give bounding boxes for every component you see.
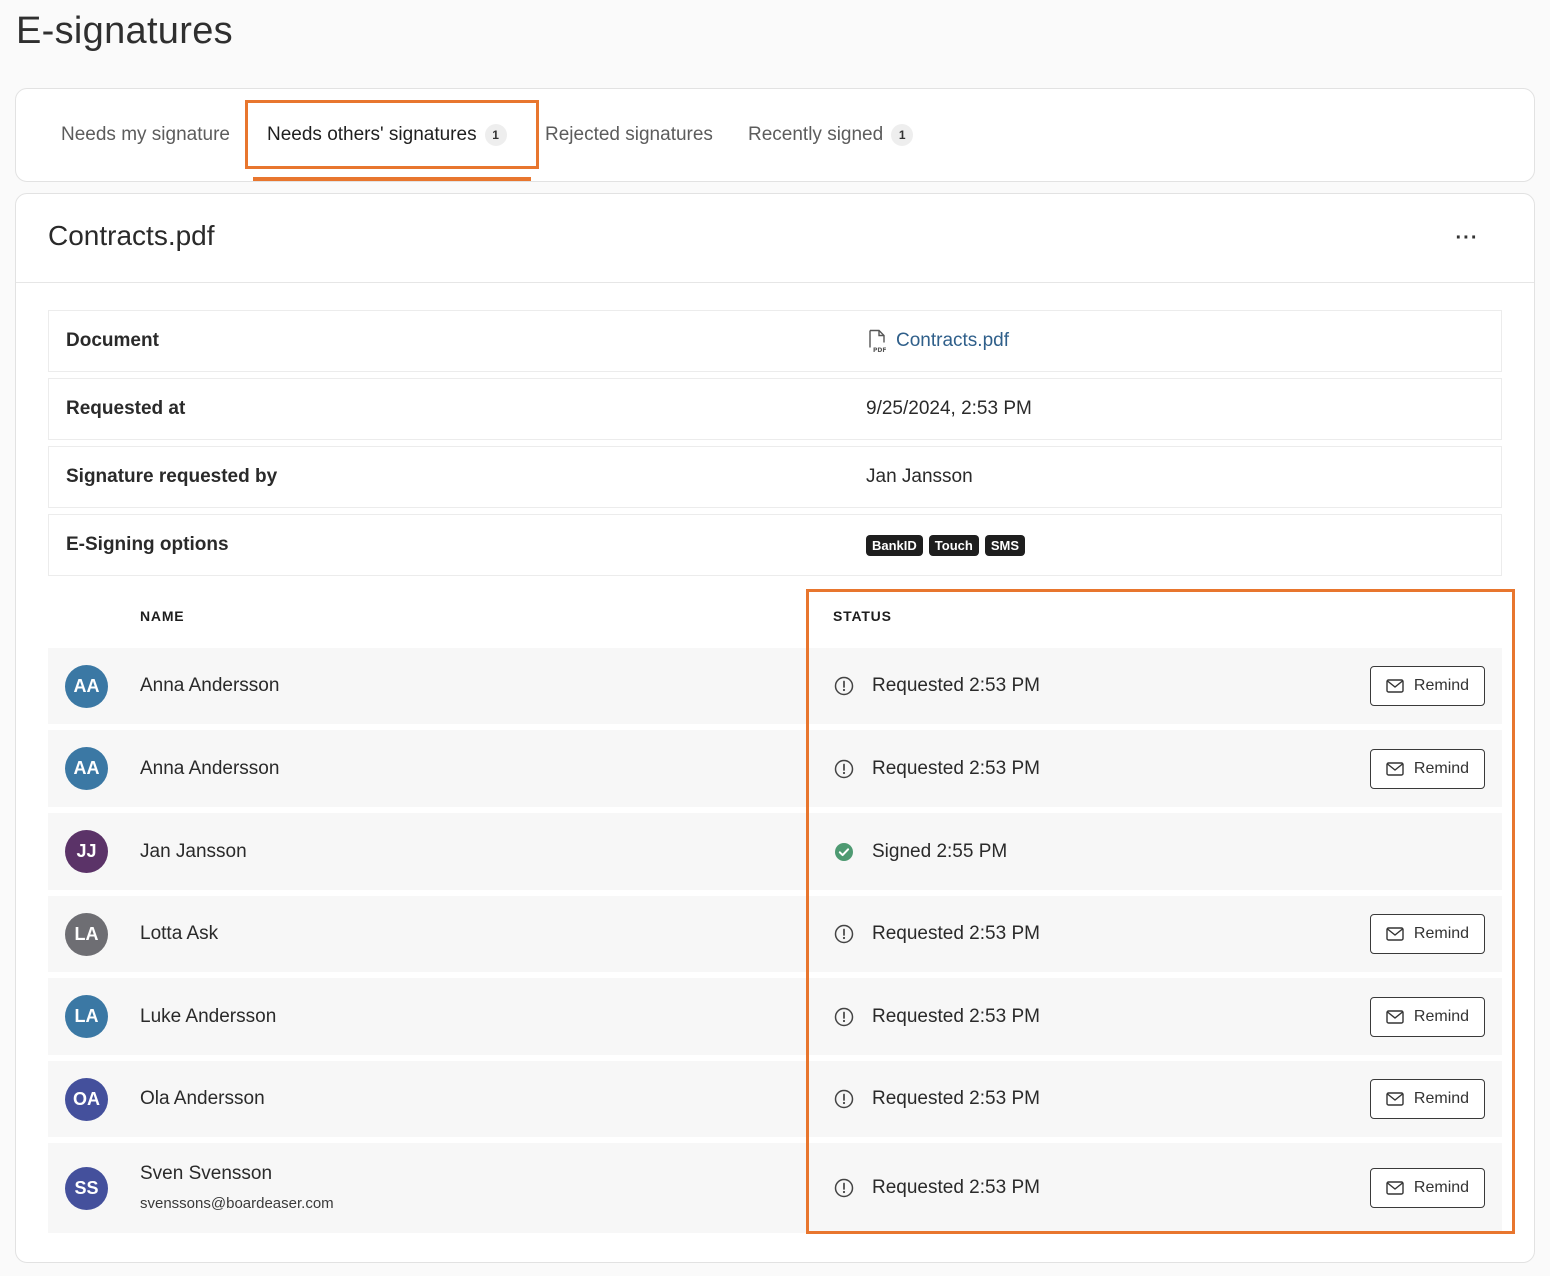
info-label: Requested at — [66, 398, 186, 419]
envelope-icon — [1386, 1009, 1404, 1024]
pdf-file-icon: PDF — [869, 329, 886, 353]
info-row-requested-at: Requested at 9/25/2024, 2:53 PM — [48, 378, 1502, 440]
pending-icon — [834, 676, 854, 696]
remind-button[interactable]: Remind — [1370, 666, 1485, 706]
envelope-icon — [1386, 679, 1404, 693]
column-header-status: STATUS — [833, 608, 892, 624]
avatar: AA — [65, 747, 108, 790]
info-label: E-Signing options — [66, 534, 229, 555]
status-text: Requested 2:53 PM — [872, 1088, 1040, 1109]
signer-name: Sven Svensson — [140, 1163, 273, 1184]
pending-icon — [834, 1007, 854, 1026]
pending-icon — [834, 759, 854, 778]
signature-status: Signed 2:55 PM — [834, 841, 1007, 863]
remind-button[interactable]: Remind — [1370, 1079, 1485, 1119]
signer-row: LA Lotta Ask Requested 2:53 PM Remind — [48, 896, 1502, 972]
tab-count-badge: 1 — [891, 124, 914, 146]
signer-name: Lotta Ask — [140, 923, 219, 944]
remind-button[interactable]: Remind — [1370, 914, 1485, 954]
option-badge-bankid: BankID — [866, 534, 923, 556]
svg-text:PDF: PDF — [873, 347, 886, 353]
tab-needs-my-signature[interactable]: Needs my signature — [61, 89, 230, 181]
remind-label: Remind — [1413, 759, 1470, 777]
remind-button[interactable]: Remind — [1370, 1168, 1485, 1208]
remind-label: Remind — [1413, 1007, 1470, 1025]
tabs-bar: Needs my signature Needs others' signatu… — [15, 88, 1535, 182]
tab-label: Needs others' signatures — [267, 124, 477, 145]
option-badge-touch: Touch — [928, 534, 979, 556]
remind-label: Remind — [1413, 925, 1470, 942]
signer-name: Luke Andersson — [140, 1005, 277, 1027]
pending-icon — [834, 1178, 854, 1198]
status-text: Requested 2:53 PM — [872, 757, 1040, 779]
signer-email: svenssons@boardeaser.com — [140, 1195, 334, 1212]
tab-label: Needs my signature — [61, 124, 230, 145]
tab-label: Rejected signatures — [545, 124, 713, 145]
avatar: SS — [65, 1166, 108, 1210]
tab-rejected-signatures[interactable]: Rejected signatures — [545, 89, 713, 181]
tab-needs-others-signatures[interactable]: Needs others' signatures 1 — [267, 89, 507, 181]
page-title: E-signatures — [16, 10, 233, 52]
signer-row: OA Ola Andersson Requested 2:53 PM Remind — [48, 1061, 1502, 1137]
avatar: OA — [65, 1077, 108, 1121]
signature-status: Requested 2:53 PM — [834, 1177, 1040, 1199]
signer-row: SS Sven Svensson svenssons@boardeaser.com R… — [48, 1143, 1502, 1233]
signer-row: JJ Jan Jansson Signed 2:55 PM — [48, 813, 1502, 890]
info-row-esigning-options: E-Signing options BankID Touch SMS — [48, 514, 1502, 576]
info-value: Jan Jansson — [866, 466, 973, 487]
signature-status: Requested 2:53 PM — [834, 1006, 1040, 1028]
status-text: Requested 2:53 PM — [872, 1177, 1040, 1198]
remind-label: Remind — [1413, 677, 1470, 694]
avatar: JJ — [65, 830, 108, 873]
envelope-icon — [1386, 761, 1404, 776]
avatar: LA — [65, 912, 108, 956]
status-text: Signed 2:55 PM — [872, 840, 1008, 862]
document-title: Contracts.pdf — [48, 220, 215, 251]
remind-button[interactable]: Remind — [1370, 996, 1485, 1037]
document-header: Contracts.pdf ··· — [16, 194, 1534, 283]
info-value: PDF Contracts.pdf — [866, 311, 1009, 371]
signature-status: Requested 2:53 PM — [834, 1088, 1040, 1110]
signer-name: Anna Andersson — [140, 757, 280, 779]
remind-label: Remind — [1413, 1090, 1470, 1107]
signature-status: Requested 2:53 PM — [834, 675, 1040, 697]
active-tab-indicator — [253, 177, 531, 181]
avatar: LA — [65, 995, 108, 1038]
remind-button[interactable]: Remind — [1370, 748, 1485, 789]
signature-status: Requested 2:53 PM — [834, 923, 1040, 945]
info-row-document: Document PDF Contracts.pdf — [48, 310, 1502, 372]
info-value: 9/25/2024, 2:53 PM — [866, 398, 1032, 419]
status-text: Requested 2:53 PM — [872, 923, 1040, 944]
tab-label: Recently signed — [748, 124, 884, 145]
signer-row: LA Luke Andersson Requested 2:53 PM Remind — [48, 978, 1502, 1055]
option-badge-sms: SMS — [984, 534, 1025, 556]
signer-name: Ola Andersson — [140, 1088, 265, 1109]
envelope-icon — [1386, 1092, 1404, 1106]
info-row-requested-by: Signature requested by Jan Jansson — [48, 446, 1502, 508]
status-text: Requested 2:53 PM — [872, 675, 1040, 696]
signer-row: AA Anna Andersson Requested 2:53 PM Remind — [48, 730, 1502, 807]
remind-label: Remind — [1413, 1179, 1470, 1196]
signature-status: Requested 2:53 PM — [834, 758, 1040, 780]
signer-name: Anna Andersson — [140, 675, 280, 696]
more-options-button[interactable]: ··· — [1452, 224, 1482, 252]
info-label: Document — [66, 330, 159, 351]
signer-row: AA Anna Andersson Requested 2:53 PM Remind — [48, 648, 1502, 724]
tab-count-badge: 1 — [484, 124, 507, 146]
column-header-name: NAME — [140, 608, 185, 624]
pending-icon — [834, 1089, 854, 1109]
info-value: BankID Touch SMS — [866, 515, 1027, 575]
signer-name: Jan Jansson — [140, 840, 247, 862]
envelope-icon — [1386, 927, 1404, 941]
check-circle-icon — [835, 842, 853, 861]
pending-icon — [834, 924, 854, 944]
avatar: AA — [65, 664, 108, 708]
info-label: Signature requested by — [66, 466, 278, 487]
document-link[interactable]: Contracts.pdf — [896, 330, 1009, 352]
tab-recently-signed[interactable]: Recently signed 1 — [748, 89, 914, 181]
envelope-icon — [1386, 1181, 1404, 1195]
status-text: Requested 2:53 PM — [872, 1005, 1040, 1027]
